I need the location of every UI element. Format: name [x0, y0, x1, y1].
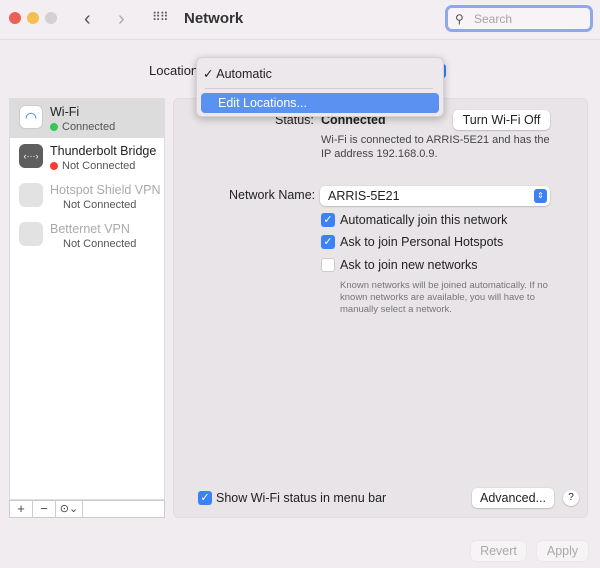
- add-service-button[interactable]: +: [10, 501, 33, 517]
- forward-button[interactable]: ›: [118, 8, 125, 31]
- sidebar-item-thunderbolt[interactable]: ‹···› Thunderbolt Bridge Not Connected: [10, 138, 164, 177]
- zoom-button[interactable]: [45, 12, 57, 24]
- hint-text: known networks are available, you will h…: [340, 292, 535, 303]
- back-button[interactable]: ‹: [84, 8, 91, 31]
- search-icon: ⚲: [455, 12, 464, 26]
- show-all-grid-icon[interactable]: ⠿⠿: [152, 10, 169, 24]
- sidebar-item-betternet[interactable]: Betternet VPN Not Connected: [10, 216, 164, 255]
- window-title: Network: [184, 10, 244, 27]
- advanced-button[interactable]: Advanced...: [472, 488, 554, 508]
- search-field[interactable]: ⚲ Search: [445, 5, 593, 32]
- wifi-icon: ◠: [19, 105, 43, 129]
- network-name-popup[interactable]: ARRIS-5E21 ⇕: [320, 186, 550, 206]
- action-menu-button[interactable]: ⊙⌄: [56, 501, 83, 517]
- title-bar: ‹ › ⠿⠿ Network ⚲ Search: [0, 0, 600, 40]
- sidebar-toolbar: + − ⊙⌄: [9, 500, 165, 518]
- new-networks-checkbox[interactable]: [321, 258, 335, 272]
- location-menu-item-edit[interactable]: Edit Locations...: [201, 93, 439, 113]
- new-networks-label: Ask to join new networks: [340, 258, 478, 272]
- status-dot: [50, 162, 58, 170]
- hotspots-checkbox[interactable]: ✓: [321, 235, 335, 249]
- checkmark-icon: ✓: [203, 67, 217, 81]
- search-placeholder: Search: [474, 12, 513, 26]
- thunderbolt-bridge-icon: ‹···›: [19, 144, 43, 168]
- item-name: Thunderbolt Bridge: [50, 144, 157, 158]
- menubar-checkbox[interactable]: ✓: [198, 491, 212, 505]
- turn-wifi-off-button[interactable]: Turn Wi-Fi Off: [453, 110, 550, 130]
- hotspots-label: Ask to join Personal Hotspots: [340, 235, 504, 249]
- network-name-label: Network Name:: [229, 188, 316, 202]
- auto-join-label: Automatically join this network: [340, 213, 508, 227]
- revert-button[interactable]: Revert: [471, 541, 526, 561]
- auto-join-checkbox[interactable]: ✓: [321, 213, 335, 227]
- close-button[interactable]: [9, 12, 21, 24]
- item-name: Hotspot Shield VPN: [50, 183, 161, 197]
- location-menu-item-automatic[interactable]: ✓ Automatic: [203, 66, 272, 81]
- lock-icon: [19, 222, 43, 246]
- service-list: ◠ Wi-Fi Connected ‹···› Thunderbolt Brid…: [9, 98, 165, 500]
- item-name: Wi-Fi: [50, 105, 80, 119]
- status-dot: [50, 123, 58, 131]
- hint-text: Known networks will be joined automatica…: [340, 280, 548, 291]
- help-button[interactable]: ?: [563, 490, 579, 506]
- minimize-button[interactable]: [27, 12, 39, 24]
- hint-text: manually select a network.: [340, 304, 452, 315]
- apply-button[interactable]: Apply: [537, 541, 588, 561]
- item-status: Not Connected: [63, 238, 137, 250]
- menubar-label: Show Wi-Fi status in menu bar: [216, 491, 387, 505]
- item-status: Connected: [50, 121, 115, 133]
- remove-service-button[interactable]: −: [33, 501, 56, 517]
- item-status: Not Connected: [50, 160, 135, 172]
- lock-icon: [19, 183, 43, 207]
- item-name: Betternet VPN: [50, 222, 130, 236]
- sidebar-item-hotspot-shield[interactable]: Hotspot Shield VPN Not Connected: [10, 177, 164, 216]
- sidebar-item-wifi[interactable]: ◠ Wi-Fi Connected: [10, 99, 164, 138]
- item-status: Not Connected: [63, 199, 137, 211]
- location-label: Location: [149, 63, 199, 78]
- network-name-value: ARRIS-5E21: [328, 189, 400, 203]
- status-description: Wi-Fi is connected to ARRIS-5E21 and has…: [321, 134, 550, 146]
- menu-separator: [205, 88, 433, 89]
- status-description: IP address 192.168.0.9.: [321, 148, 438, 160]
- chevron-updown-icon: ⇕: [534, 189, 547, 203]
- location-menu: ✓ Automatic Edit Locations...: [196, 57, 444, 117]
